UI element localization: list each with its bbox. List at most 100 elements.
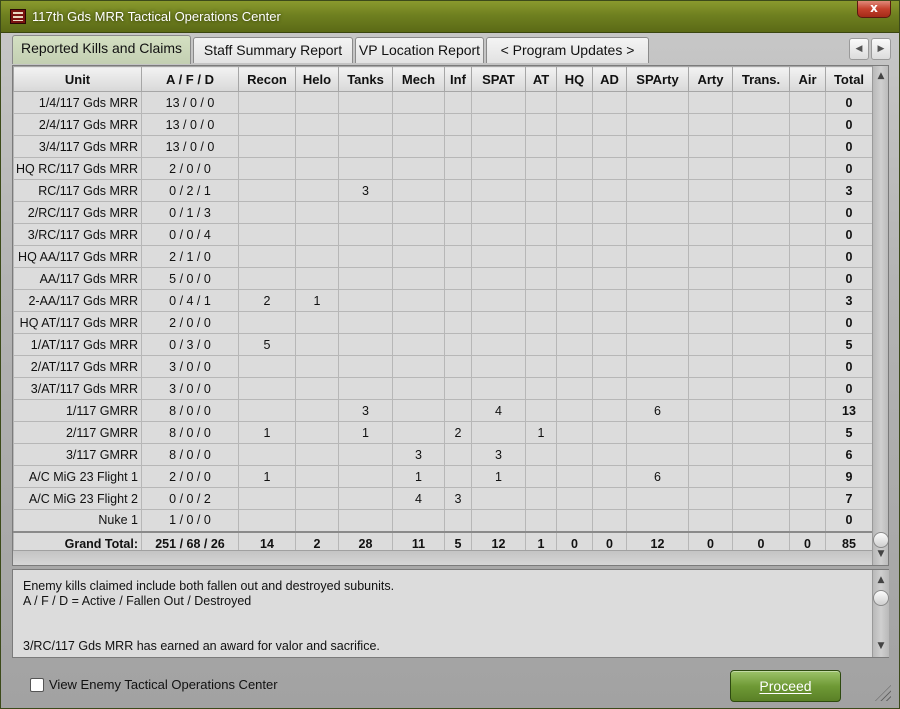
table-cell bbox=[592, 179, 627, 202]
table-cell bbox=[238, 157, 296, 180]
view-enemy-toc-label[interactable]: View Enemy Tactical Operations Center bbox=[49, 677, 278, 692]
table-row[interactable]: A/C MiG 23 Flight 12 / 0 / 011169 bbox=[13, 465, 873, 488]
scroll-up-icon[interactable]: ▲ bbox=[873, 68, 888, 85]
table-row[interactable]: 1/4/117 Gds MRR 13 / 0 / 0 0 bbox=[13, 91, 873, 114]
total-cell: 3 bbox=[825, 289, 873, 312]
column-header[interactable]: Arty bbox=[688, 66, 733, 92]
table-cell: 0 / 4 / 1 bbox=[141, 289, 239, 312]
table-cell bbox=[471, 223, 526, 246]
table-row[interactable]: A/C MiG 23 Flight 20 / 0 / 2 43 7 bbox=[13, 487, 873, 510]
table-cell bbox=[471, 289, 526, 312]
table-cell bbox=[556, 157, 593, 180]
table-cell bbox=[592, 289, 627, 312]
table-row[interactable]: 3/RC/117 Gds MRR 0 / 0 / 4 0 bbox=[13, 223, 873, 246]
table-cell bbox=[444, 377, 472, 400]
close-button[interactable]: x bbox=[857, 1, 891, 18]
table-cell bbox=[789, 487, 826, 510]
kills-grid-panel: Unit A / F / D Recon Helo Tanks Mech Inf SPAT AT… bbox=[12, 65, 889, 566]
column-header[interactable]: Tanks bbox=[338, 66, 393, 92]
column-header[interactable]: Mech bbox=[392, 66, 445, 92]
table-cell bbox=[295, 267, 339, 290]
table-row[interactable]: 3/117 GMRR 8 / 0 / 0 3 3 6 bbox=[13, 443, 873, 466]
table-cell bbox=[556, 333, 593, 356]
table-cell: 3 / 0 / 0 bbox=[141, 355, 239, 378]
tab-program-updates[interactable]: < Program Updates > bbox=[486, 37, 649, 63]
table-row[interactable]: Nuke 11 / 0 / 0 0 bbox=[13, 509, 873, 532]
notes-vertical-scrollbar[interactable]: ▲ ▼ bbox=[872, 570, 889, 657]
horizontal-scrollbar[interactable] bbox=[13, 550, 872, 565]
table-cell bbox=[471, 509, 526, 532]
proceed-button[interactable]: Proceed bbox=[730, 670, 841, 702]
table-cell bbox=[295, 157, 339, 180]
table-cell bbox=[338, 135, 393, 158]
table-row[interactable]: 3/4/117 Gds MRR 13 / 0 / 0 0 bbox=[13, 135, 873, 158]
scroll-left-icon[interactable]: ◀ bbox=[849, 38, 869, 60]
table-row[interactable]: AA/117 Gds MRR 5 / 0 / 0 0 bbox=[13, 267, 873, 290]
column-header[interactable]: AT bbox=[525, 66, 557, 92]
table-cell bbox=[392, 509, 445, 532]
column-header[interactable]: Trans. bbox=[732, 66, 790, 92]
column-header[interactable]: Helo bbox=[295, 66, 339, 92]
tab-reported-kills[interactable]: Reported Kills and Claims bbox=[12, 35, 191, 64]
table-row[interactable]: 2/AT/117 Gds MRR 3 / 0 / 0 0 bbox=[13, 355, 873, 378]
table-cell bbox=[392, 399, 445, 422]
table-cell bbox=[525, 91, 557, 114]
table-cell bbox=[471, 333, 526, 356]
scrollbar-thumb[interactable] bbox=[873, 590, 889, 606]
column-header[interactable]: Unit bbox=[13, 66, 142, 92]
resize-grip-icon[interactable] bbox=[875, 685, 891, 701]
column-header[interactable]: SPAT bbox=[471, 66, 526, 92]
column-header[interactable]: Recon bbox=[238, 66, 296, 92]
table-cell: 0 / 0 / 4 bbox=[141, 223, 239, 246]
table-cell bbox=[338, 201, 393, 224]
table-row[interactable]: RC/117 Gds MRR 0 / 2 / 1 3 3 bbox=[13, 179, 873, 202]
table-row[interactable]: 1/117 GMRR 8 / 0 / 0 3 4 6 13 bbox=[13, 399, 873, 422]
column-header[interactable]: Air bbox=[789, 66, 826, 92]
table-cell bbox=[295, 355, 339, 378]
table-cell bbox=[556, 135, 593, 158]
table-cell bbox=[525, 135, 557, 158]
table-cell bbox=[556, 465, 593, 488]
table-row[interactable]: 3/AT/117 Gds MRR 3 / 0 / 0 0 bbox=[13, 377, 873, 400]
note-line: Enemy kills claimed include both fallen … bbox=[23, 579, 395, 593]
table-cell bbox=[238, 509, 296, 532]
column-header[interactable]: A / F / D bbox=[141, 66, 239, 92]
table-row[interactable]: 2/4/117 Gds MRR 13 / 0 / 0 0 bbox=[13, 113, 873, 136]
table-cell bbox=[338, 113, 393, 136]
total-cell: 0 bbox=[825, 311, 873, 334]
table-cell: 2 / 0 / 0 bbox=[141, 465, 239, 488]
tab-staff-summary[interactable]: Staff Summary Report bbox=[193, 37, 353, 63]
table-cell bbox=[525, 179, 557, 202]
table-cell bbox=[471, 355, 526, 378]
table-row[interactable]: 1/AT/117 Gds MRR 0 / 3 / 055 bbox=[13, 333, 873, 356]
table-row[interactable]: HQ AT/117 Gds MRR 2 / 0 / 0 0 bbox=[13, 311, 873, 334]
table-cell bbox=[592, 223, 627, 246]
table-row[interactable]: 2-AA/117 Gds MRR 0 / 4 / 121 3 bbox=[13, 289, 873, 312]
view-enemy-toc-checkbox[interactable] bbox=[30, 678, 44, 692]
table-vertical-scrollbar[interactable]: ▲ ▼ bbox=[872, 66, 888, 565]
unit-cell: A/C MiG 23 Flight 2 bbox=[13, 487, 142, 510]
scroll-down-icon[interactable]: ▼ bbox=[873, 546, 888, 563]
table-cell bbox=[338, 443, 393, 466]
table-cell bbox=[592, 157, 627, 180]
table-cell bbox=[732, 245, 790, 268]
table-row[interactable]: 2/117 GMRR 8 / 0 / 011215 bbox=[13, 421, 873, 444]
scroll-down-icon[interactable]: ▼ bbox=[873, 638, 889, 655]
total-cell: 3 bbox=[825, 179, 873, 202]
table-cell bbox=[688, 443, 733, 466]
app-icon bbox=[10, 9, 26, 24]
column-header[interactable]: Inf bbox=[444, 66, 472, 92]
column-header[interactable]: SPArty bbox=[626, 66, 689, 92]
table-row[interactable]: HQ RC/117 Gds MRR 2 / 0 / 0 0 bbox=[13, 157, 873, 180]
title-bar[interactable]: 117th Gds MRR Tactical Operations Center… bbox=[1, 1, 899, 33]
tab-vp-location[interactable]: VP Location Report bbox=[355, 37, 484, 63]
column-header[interactable]: AD bbox=[592, 66, 627, 92]
scroll-up-icon[interactable]: ▲ bbox=[873, 572, 889, 589]
table-cell bbox=[592, 245, 627, 268]
table-cell bbox=[626, 509, 689, 532]
column-header[interactable]: HQ bbox=[556, 66, 593, 92]
column-header[interactable]: Total bbox=[825, 66, 873, 92]
scroll-right-icon[interactable]: ▶ bbox=[871, 38, 891, 60]
table-row[interactable]: HQ AA/117 Gds MRR 2 / 1 / 0 0 bbox=[13, 245, 873, 268]
table-row[interactable]: 2/RC/117 Gds MRR 0 / 1 / 3 0 bbox=[13, 201, 873, 224]
